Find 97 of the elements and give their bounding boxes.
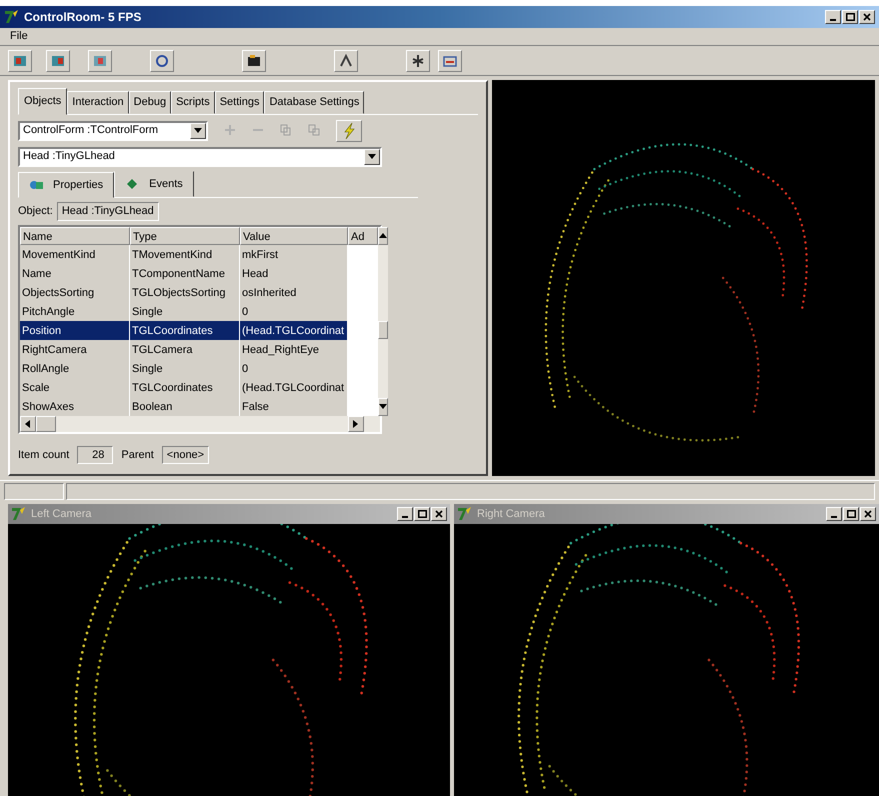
column-header[interactable]: Ad [348, 226, 378, 244]
table-cell: osInherited [240, 282, 348, 302]
vertical-scrollbar[interactable] [378, 226, 388, 416]
table-cell: TGLObjectsSorting [130, 282, 240, 302]
maximize-icon [846, 510, 856, 518]
tab[interactable]: Scripts [171, 91, 215, 114]
inspector-tab[interactable]: Events [114, 170, 194, 197]
table-cell: TGLCamera [130, 340, 240, 358]
app-logo-icon [457, 506, 473, 522]
lightning-icon [342, 122, 356, 140]
close-icon [435, 510, 443, 518]
table-cell: ObjectsSorting [20, 282, 130, 302]
minimize-button[interactable] [826, 507, 842, 521]
tab[interactable]: Interaction [67, 91, 129, 114]
table-cell: mkFirst [240, 244, 348, 264]
toolbar-button[interactable] [150, 50, 174, 72]
lightning-button[interactable] [336, 120, 362, 142]
table-cell: 0 [240, 302, 348, 320]
left-arrow-icon [25, 420, 31, 428]
column-header[interactable]: Type [130, 226, 240, 244]
table-cell: MovementKind [20, 244, 130, 264]
scroll-right-button[interactable] [348, 416, 364, 432]
table-cell: Head_RightEye [240, 340, 348, 358]
toolbar-button[interactable] [242, 50, 266, 72]
table-cell: RollAngle [20, 358, 130, 378]
item-count-label: Item count [18, 448, 70, 462]
minimize-button[interactable] [397, 507, 413, 521]
table-cell: TComponentName [130, 264, 240, 282]
column-header[interactable]: Name [20, 226, 130, 244]
minimize-icon [830, 19, 836, 21]
dropdown-arrow-icon [194, 128, 202, 134]
column-header[interactable]: Value [240, 226, 348, 244]
right-arrow-icon [353, 420, 359, 428]
child-window-title: Right Camera [477, 506, 545, 522]
parent-value: <none> [162, 446, 210, 464]
table-cell: TGLCoordinates [130, 320, 240, 340]
app-logo-icon [4, 9, 20, 25]
minimize-icon [402, 516, 408, 518]
maximize-button[interactable] [414, 507, 430, 521]
maximize-button[interactable] [843, 507, 859, 521]
tab[interactable]: Objects [18, 88, 68, 114]
app-logo-icon [11, 506, 27, 522]
table-cell: RightCamera [20, 340, 130, 358]
child-window-title: Left Camera [31, 506, 92, 522]
toolbar-button[interactable] [334, 50, 358, 72]
maximize-icon [846, 13, 854, 21]
scroll-thumb[interactable] [36, 416, 56, 432]
table-cell: False [240, 396, 348, 416]
tool-icon [338, 52, 354, 68]
maximize-button[interactable] [842, 10, 858, 24]
table-cell: TGLCoordinates [130, 378, 240, 396]
table-cell: Position [20, 320, 130, 340]
plus-icon [224, 124, 236, 136]
table-cell: Head [240, 264, 348, 282]
object-label: Object: [18, 204, 53, 219]
toolbar-button[interactable] [438, 50, 462, 72]
up-arrow-icon [379, 232, 387, 238]
parent-label: Parent [121, 448, 154, 462]
object-select[interactable]: Head :TinyGLhead [18, 146, 382, 166]
close-button[interactable] [860, 507, 876, 521]
close-button[interactable] [431, 507, 447, 521]
maximize-icon [418, 510, 426, 518]
table-cell: ShowAxes [20, 396, 130, 416]
window-title: ControlRoom- 5 FPS [24, 9, 142, 26]
minimize-icon [831, 516, 837, 518]
toolbar-button[interactable] [406, 50, 430, 72]
tab[interactable]: Settings [214, 91, 264, 114]
table-cell: Scale [20, 378, 130, 396]
table-cell: Single [130, 358, 240, 378]
down-arrow-icon [379, 404, 387, 410]
table-cell: Single [130, 302, 240, 320]
table-cell: Boolean [130, 396, 240, 416]
close-icon [864, 510, 872, 518]
item-count-value: 28 [77, 446, 114, 464]
copy-icon [280, 124, 292, 136]
tab[interactable]: Database Settings [264, 91, 364, 114]
minimize-button[interactable] [825, 10, 841, 24]
tab[interactable]: Debug [128, 91, 172, 114]
table-cell: (Head.TGLCoordinat [240, 378, 348, 396]
table-cell: 0 [240, 358, 348, 378]
table-cell: Name [20, 264, 130, 282]
refresh-icon [154, 52, 170, 68]
camera-icon [246, 52, 262, 68]
scroll-thumb[interactable] [378, 320, 388, 338]
inspector-tab[interactable]: Properties [18, 172, 114, 198]
paste-icon [308, 124, 320, 136]
table-cell: (Head.TGLCoordinat [240, 320, 348, 340]
menu-item[interactable]: File [6, 28, 32, 45]
form-select[interactable]: ControlForm :TControlForm [18, 120, 208, 140]
dropdown-arrow-icon [368, 154, 376, 160]
object-value: Head :TinyGLhead [56, 202, 159, 220]
close-button[interactable] [859, 10, 875, 24]
table-cell: TMovementKind [130, 244, 240, 264]
close-icon [863, 13, 871, 21]
status-panel [4, 483, 64, 500]
scroll-left-button[interactable] [20, 416, 36, 432]
table-cell: PitchAngle [20, 302, 130, 320]
